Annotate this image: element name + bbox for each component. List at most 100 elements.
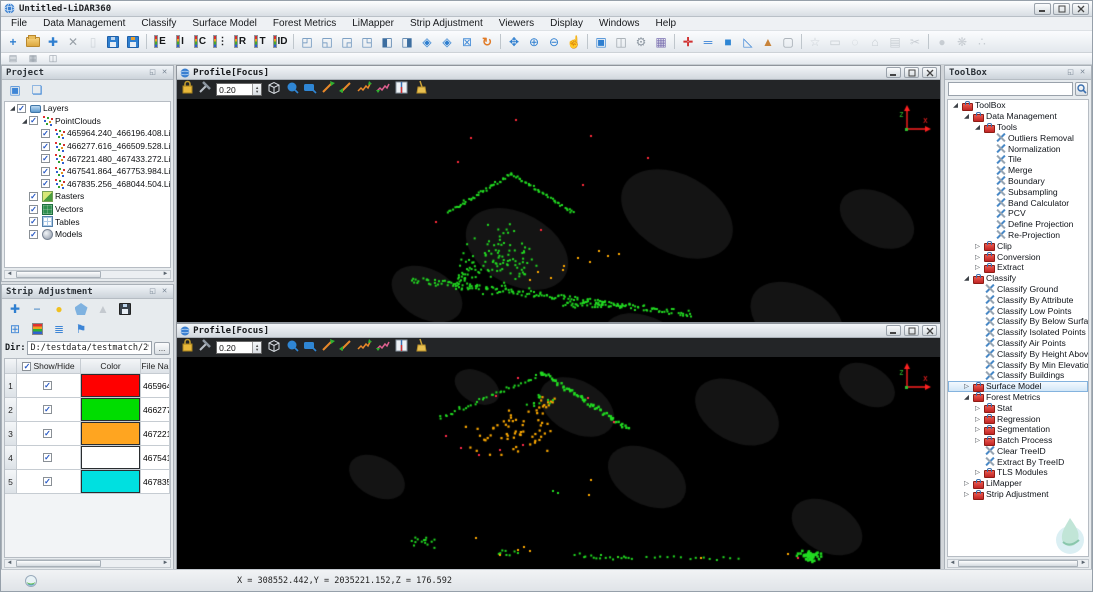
strip-match-list-button[interactable]: ⊞: [6, 321, 24, 337]
pick-tool-button[interactable]: [198, 338, 212, 357]
scroll-thumb[interactable]: [16, 271, 101, 278]
settings-gear-button[interactable]: ⚙: [631, 32, 651, 52]
rotate-view-button[interactable]: ↻: [477, 32, 497, 52]
row-checkbox[interactable]: ✓: [43, 429, 52, 438]
window-tile-button[interactable]: ▦: [23, 53, 43, 64]
tree-item-boundary[interactable]: Boundary: [948, 176, 1088, 187]
pan-button[interactable]: ☝: [564, 32, 584, 52]
collapsed-expander-icon[interactable]: ▷: [973, 425, 982, 433]
show-hide-cell[interactable]: ✓: [17, 398, 81, 422]
strip-area-button[interactable]: [72, 301, 90, 317]
measure-height-button[interactable]: ▲: [758, 32, 778, 52]
close-panel-icon[interactable]: ✕: [1078, 68, 1087, 77]
tree-item-models[interactable]: ✓Models: [5, 228, 170, 241]
tree-item-465964-240-466196-408-lidata[interactable]: ✓465964.240_466196.408.LiData: [5, 127, 170, 140]
tree-item-classify-by-below-surface[interactable]: Classify By Below Surface: [948, 316, 1088, 327]
tree-item-toolbox[interactable]: ◢ToolBox: [948, 100, 1088, 111]
tree-item-467221-480-467433-272-lidata[interactable]: ✓467221.480_467433.272.LiData: [5, 152, 170, 165]
tree-item-tools[interactable]: ◢Tools: [948, 122, 1088, 133]
column-header-file-na[interactable]: File Na: [141, 359, 170, 374]
menu-limapper[interactable]: LiMapper: [344, 17, 402, 31]
tree-item-classify[interactable]: ◢Classify: [948, 273, 1088, 284]
color-swatch[interactable]: [81, 470, 140, 493]
menu-help[interactable]: Help: [648, 17, 685, 31]
tree-item-tls-modules[interactable]: ▷TLS Modules: [948, 467, 1088, 478]
tree-item-467541-864-467753-984-lidata[interactable]: ✓467541.864_467753.984.LiData: [5, 165, 170, 178]
viewport-minimize-button[interactable]: [886, 67, 901, 78]
collapsed-expander-icon[interactable]: ▷: [973, 263, 982, 271]
step-up-button[interactable]: [357, 80, 372, 99]
split-view-button[interactable]: [395, 339, 409, 357]
minimize-button[interactable]: [1034, 3, 1051, 15]
display-by-time-button[interactable]: T: [250, 32, 270, 52]
tree-item-rasters[interactable]: ✓Rasters: [5, 190, 170, 203]
zoom-extent-button[interactable]: ✥: [504, 32, 524, 52]
expanded-expander-icon[interactable]: ◢: [20, 117, 29, 125]
tree-item-classify-by-min-elevation[interactable]: Classify By Min Elevation: [948, 359, 1088, 370]
display-by-return-button[interactable]: R: [230, 32, 250, 52]
scale-input[interactable]: [217, 84, 252, 95]
scroll-thumb[interactable]: [958, 560, 1078, 567]
checkbox[interactable]: ✓: [17, 104, 26, 113]
step-up-button[interactable]: [357, 338, 372, 357]
display-by-id-button[interactable]: ID: [270, 32, 290, 52]
tree-item-subsampling[interactable]: Subsampling: [948, 186, 1088, 197]
add-data-button[interactable]: ✚: [43, 32, 63, 52]
viewport-maximize-button[interactable]: [904, 325, 919, 336]
collapsed-expander-icon[interactable]: ▷: [973, 404, 982, 412]
lock-button[interactable]: [181, 338, 194, 357]
checkbox[interactable]: ✓: [29, 205, 38, 214]
color-swatch[interactable]: [81, 374, 140, 397]
checkbox[interactable]: ✓: [29, 116, 38, 125]
tree-item-limapper[interactable]: ▷LiMapper: [948, 478, 1088, 489]
pick-tool-button[interactable]: [198, 80, 212, 99]
project-hscrollbar[interactable]: ◄ ►: [4, 270, 171, 279]
checkbox[interactable]: ✓: [29, 230, 38, 239]
collapsed-expander-icon[interactable]: ▷: [973, 242, 982, 250]
tree-item-stat[interactable]: ▷Stat: [948, 402, 1088, 413]
profile-canvas-2[interactable]: [177, 357, 940, 570]
checkbox[interactable]: ✓: [41, 179, 50, 188]
clear-broom-button[interactable]: [413, 80, 427, 99]
profile-canvas-1[interactable]: [177, 99, 940, 322]
tree-item-vectors[interactable]: ✓Vectors: [5, 203, 170, 216]
checkbox[interactable]: ✓: [29, 217, 38, 226]
tree-item-classify-buildings[interactable]: Classify Buildings: [948, 370, 1088, 381]
strip-add-button[interactable]: ✚: [6, 301, 24, 317]
float-panel-icon[interactable]: ◱: [1066, 68, 1075, 77]
search-button[interactable]: [1075, 82, 1088, 96]
tree-item-extract-by-treeid[interactable]: Extract By TreeID: [948, 456, 1088, 467]
display-by-elevation-button[interactable]: E: [150, 32, 170, 52]
strip-colorbars-button[interactable]: [28, 321, 46, 337]
expanded-expander-icon[interactable]: ◢: [962, 274, 971, 282]
scale-input[interactable]: [217, 342, 252, 353]
crosshair-button[interactable]: ✛: [678, 32, 698, 52]
measure-volume-button[interactable]: ▢: [778, 32, 798, 52]
color-cell[interactable]: [81, 446, 141, 470]
stepper-arrows-icon[interactable]: ▲▼: [252, 342, 261, 353]
menu-data-management[interactable]: Data Management: [35, 17, 133, 31]
full-extent-button[interactable]: ⊠: [457, 32, 477, 52]
tree-item-extract[interactable]: ▷Extract: [948, 262, 1088, 273]
float-panel-icon[interactable]: ◱: [148, 287, 157, 296]
menu-strip-adjustment[interactable]: Strip Adjustment: [402, 17, 491, 31]
new-project-button[interactable]: +: [3, 32, 23, 52]
menu-classify[interactable]: Classify: [133, 17, 184, 31]
cube-view-button[interactable]: [266, 338, 282, 358]
view-bottom-button[interactable]: ◱: [317, 32, 337, 52]
split-view-button[interactable]: [395, 81, 409, 99]
zoom-circle-button[interactable]: [286, 81, 299, 99]
show-hide-cell[interactable]: ✓: [17, 422, 81, 446]
browse-button[interactable]: ...: [154, 342, 170, 355]
tree-item-data-management[interactable]: ◢Data Management: [948, 111, 1088, 122]
show-hide-cell[interactable]: ✓: [17, 374, 81, 398]
collapsed-expander-icon[interactable]: ▷: [973, 436, 982, 444]
collapsed-expander-icon[interactable]: ▷: [962, 382, 971, 390]
strip-tiepoint-button[interactable]: ●: [50, 301, 68, 317]
expanded-expander-icon[interactable]: ◢: [951, 101, 960, 109]
menu-surface-model[interactable]: Surface Model: [184, 17, 264, 31]
restore-button[interactable]: [1053, 3, 1070, 15]
menu-forest-metrics[interactable]: Forest Metrics: [265, 17, 344, 31]
tree-item-classify-by-height-above-gro[interactable]: Classify By Height Above Gro: [948, 348, 1088, 359]
column-header-num[interactable]: [5, 359, 17, 374]
